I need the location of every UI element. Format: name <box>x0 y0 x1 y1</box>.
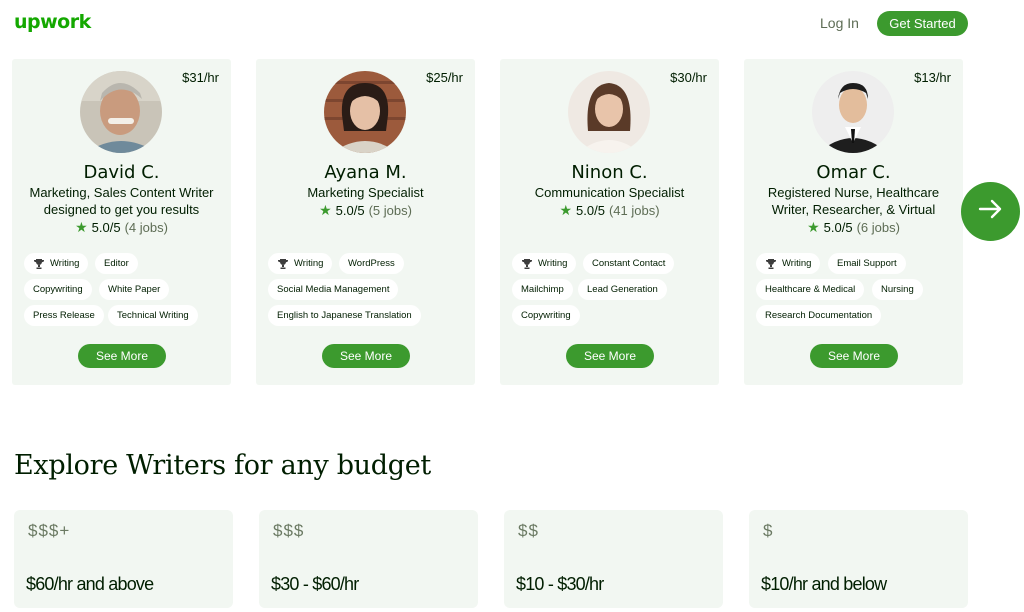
see-more-button[interactable]: See More <box>78 344 166 368</box>
site-header: upwork Log In Get Started <box>0 0 1024 48</box>
rating: ★ 5.0/5 (41 jobs) <box>500 202 719 219</box>
skill-tag-label: Writing <box>782 258 812 269</box>
skill-tag[interactable]: Writing <box>24 253 89 274</box>
freelancer-name[interactable]: David C. <box>12 162 231 183</box>
skill-tag[interactable]: WordPress <box>339 253 404 274</box>
skill-tag[interactable]: Lead Generation <box>578 279 667 300</box>
budget-symbol: $$$ <box>273 521 305 540</box>
arrow-right-icon <box>978 199 1004 224</box>
skill-tag[interactable]: Nursing <box>872 279 923 300</box>
budget-card-high[interactable]: $$$+ $60/hr and above <box>14 510 233 608</box>
avatar <box>568 71 650 153</box>
rating: ★ 5.0/5 (5 jobs) <box>256 202 475 219</box>
skill-tag[interactable]: Mailchimp <box>512 279 573 300</box>
skill-tag[interactable]: Writing <box>268 253 333 274</box>
job-count: (4 jobs) <box>124 220 168 235</box>
trophy-icon <box>33 258 45 270</box>
skill-tag[interactable]: Healthcare & Medical <box>756 279 865 300</box>
freelancer-title: Registered Nurse, Healthcare Writer, Res… <box>767 185 940 217</box>
skill-tag[interactable]: Copywriting <box>512 305 580 326</box>
budget-symbol: $$ <box>518 521 539 540</box>
star-icon: ★ <box>75 219 88 235</box>
star-icon: ★ <box>807 219 820 235</box>
trophy-icon <box>521 258 533 270</box>
freelancer-title: Marketing Specialist <box>307 185 424 200</box>
avatar <box>812 71 894 153</box>
budget-range: $10 - $30/hr <box>516 574 604 594</box>
budget-card-mid[interactable]: $$ $10 - $30/hr <box>504 510 723 608</box>
budget-range: $30 - $60/hr <box>271 574 359 594</box>
skill-tag[interactable]: Research Documentation <box>756 305 882 326</box>
hourly-rate: $30/hr <box>670 70 707 85</box>
skill-tag[interactable]: Writing <box>512 253 577 274</box>
budget-symbol: $ <box>763 521 774 540</box>
rating: ★ 5.0/5 (4 jobs) <box>12 219 231 236</box>
budget-symbol: $$$+ <box>28 521 71 540</box>
budget-range: $10/hr and below <box>761 574 887 594</box>
upwork-logo[interactable]: upwork <box>14 11 91 33</box>
freelancer-card-ninon[interactable]: $30/hr Ninon C. Communication Specialist… <box>500 59 719 385</box>
avatar <box>80 71 162 153</box>
freelancer-name[interactable]: Omar C. <box>744 162 963 183</box>
budget-card-mid-high[interactable]: $$$ $30 - $60/hr <box>259 510 478 608</box>
trophy-icon <box>277 258 289 270</box>
rating: ★ 5.0/5 (6 jobs) <box>744 219 963 236</box>
section-title: Explore Writers for any budget <box>14 450 431 481</box>
freelancer-name[interactable]: Ayana M. <box>256 162 475 183</box>
skill-tag-label: Writing <box>538 258 568 269</box>
star-icon: ★ <box>559 202 573 218</box>
skill-tag[interactable]: Technical Writing <box>108 305 198 326</box>
see-more-button[interactable]: See More <box>810 344 898 368</box>
skill-tag[interactable]: Writing <box>756 253 821 274</box>
star-icon: ★ <box>319 202 332 218</box>
hourly-rate: $13/hr <box>914 70 951 85</box>
skill-tag[interactable]: Copywriting <box>24 279 92 300</box>
login-link[interactable]: Log In <box>820 15 859 31</box>
hourly-rate: $25/hr <box>426 70 463 85</box>
rating-value: 5.0/5 <box>335 203 365 218</box>
skill-tag[interactable]: Press Release <box>24 305 104 326</box>
skill-tag-label: Writing <box>50 258 80 269</box>
job-count: (6 jobs) <box>856 220 900 235</box>
skill-tag[interactable]: White Paper <box>99 279 170 300</box>
budget-range: $60/hr and above <box>26 574 154 594</box>
skill-tag[interactable]: Social Media Management <box>268 279 399 300</box>
freelancer-card-omar[interactable]: $13/hr Omar C. Registered Nurse, Healthc… <box>744 59 963 385</box>
trophy-icon <box>765 258 777 270</box>
carousel-next-button[interactable] <box>961 182 1020 241</box>
freelancer-title: Communication Specialist <box>534 185 685 200</box>
see-more-button[interactable]: See More <box>322 344 410 368</box>
freelancer-card-ayana[interactable]: $25/hr Ayana M. Marketing Specialist ★ 5… <box>256 59 475 385</box>
job-count: (41 jobs) <box>608 203 660 218</box>
skill-tag-label: Writing <box>294 258 324 269</box>
skill-tag[interactable]: English to Japanese Translation <box>268 305 421 326</box>
freelancer-title: Marketing, Sales Content Writer designed… <box>29 185 214 217</box>
avatar <box>324 71 406 153</box>
skill-tag[interactable]: Constant Contact <box>583 253 675 274</box>
freelancer-name[interactable]: Ninon C. <box>500 162 719 183</box>
see-more-button[interactable]: See More <box>566 344 654 368</box>
budget-card-low[interactable]: $ $10/hr and below <box>749 510 968 608</box>
job-count: (5 jobs) <box>368 203 412 218</box>
rating-value: 5.0/5 <box>576 203 605 218</box>
freelancer-card-david[interactable]: $31/hr David C. Marketing, Sales Content… <box>12 59 231 385</box>
rating-value: 5.0/5 <box>91 220 121 235</box>
hourly-rate: $31/hr <box>182 70 219 85</box>
rating-value: 5.0/5 <box>823 220 853 235</box>
skill-tag[interactable]: Editor <box>95 253 138 274</box>
skill-tag[interactable]: Email Support <box>828 253 906 274</box>
get-started-button[interactable]: Get Started <box>877 11 968 36</box>
